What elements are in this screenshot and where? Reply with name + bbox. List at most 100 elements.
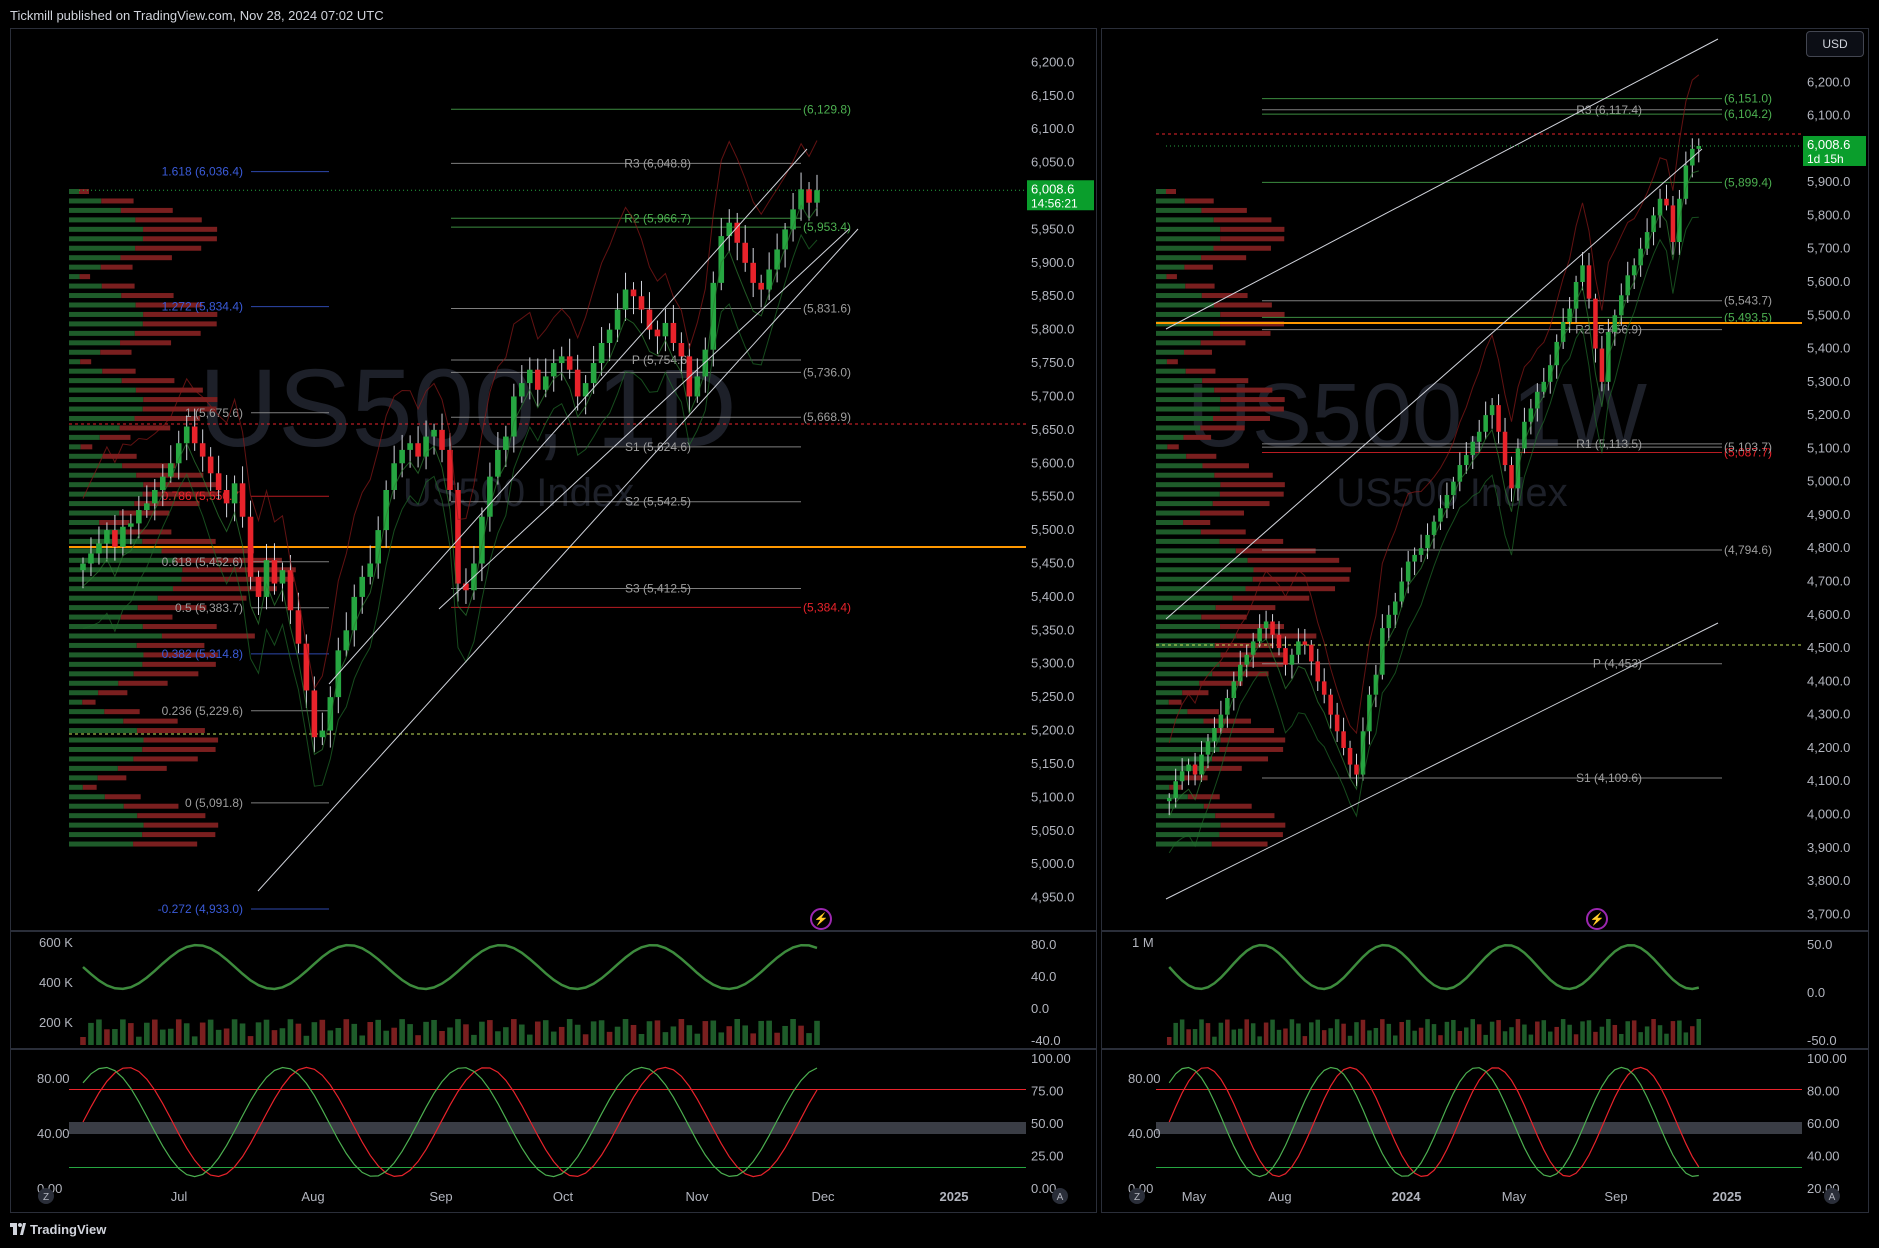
level-label: (5,953.4) xyxy=(803,220,851,234)
candle-body xyxy=(80,563,86,571)
candle-body xyxy=(255,576,262,597)
volume-profile-bar xyxy=(1156,330,1214,336)
candle-body xyxy=(1612,315,1618,332)
volume-profile-bar xyxy=(120,529,172,535)
level-label: (6,151.0) xyxy=(1724,92,1772,106)
volume-bar xyxy=(678,1019,685,1045)
volume-bar xyxy=(654,1020,661,1045)
candle-body xyxy=(231,483,238,504)
volume-bar xyxy=(471,1034,477,1045)
candle-body xyxy=(1263,621,1269,629)
volume-profile-bar xyxy=(1182,690,1209,696)
volume-profile-bar xyxy=(1219,832,1283,838)
volume-profile-bar xyxy=(82,699,96,705)
right-chart-panel[interactable]: US500, 1WUS500 Index6,200.06,100.06,000.… xyxy=(1101,28,1869,1213)
candle-body xyxy=(1341,731,1346,748)
volume-bar xyxy=(1619,1033,1624,1045)
volume-profile-bar xyxy=(1201,255,1247,261)
level-label: 0 (5,091.8) xyxy=(185,796,243,810)
volume-profile-bar xyxy=(1215,813,1275,819)
candle-body xyxy=(519,383,525,397)
volume-profile-bar xyxy=(121,293,174,299)
publish-text: Tickmill published on TradingView.com, N… xyxy=(10,8,384,23)
candle-body xyxy=(606,329,613,343)
volume-bar xyxy=(662,1032,669,1045)
volume-profile-bar xyxy=(69,415,135,421)
volume-profile-bar xyxy=(1156,822,1221,828)
volume-profile-bar xyxy=(137,813,206,819)
volume-bar xyxy=(758,1020,764,1045)
volume-bar xyxy=(1593,1031,1598,1045)
volume-profile-bar xyxy=(123,803,179,809)
volume-bar xyxy=(1179,1019,1185,1045)
volume-bar xyxy=(646,1021,653,1045)
candle-body xyxy=(806,189,812,203)
volume-bar xyxy=(1683,1032,1689,1045)
left-chart-svg[interactable]: US500, 1DUS500 Index6,200.06,150.06,100.… xyxy=(11,29,1096,1212)
volume-profile-bar xyxy=(69,586,173,592)
candle-body xyxy=(734,222,741,243)
volume-bar xyxy=(1321,1030,1327,1045)
volume-bar xyxy=(1186,1029,1191,1045)
volume-bar xyxy=(686,1025,693,1045)
volume-profile-bar xyxy=(69,378,122,384)
oscillator-line xyxy=(82,943,818,991)
auto-scale-button-glyph: A xyxy=(1057,1192,1064,1203)
volume-profile-bar xyxy=(69,491,143,497)
y-axis-tick-label: 5,450.0 xyxy=(1031,556,1074,571)
candle-body xyxy=(670,322,677,343)
right-chart-svg[interactable]: US500, 1WUS500 Index6,200.06,100.06,000.… xyxy=(1102,29,1868,1212)
volume-profile-bar xyxy=(1219,538,1284,544)
y-axis-tick-label: 5,600.0 xyxy=(1807,274,1850,289)
volume-bar xyxy=(207,1019,214,1045)
price-countdown: 1d 15h xyxy=(1807,152,1844,166)
volume-bar xyxy=(1354,1022,1359,1045)
volume-bar xyxy=(1457,1030,1463,1045)
volume-bar xyxy=(319,1019,326,1045)
volume-bar xyxy=(1218,1022,1224,1045)
volume-profile-bar xyxy=(69,718,124,724)
volume-bar xyxy=(1489,1021,1495,1045)
y-axis-tick-label: 5,500.0 xyxy=(1807,307,1850,322)
candle-body xyxy=(359,576,366,597)
volume-profile-bar xyxy=(1156,605,1216,611)
volume-profile-bar xyxy=(1156,226,1221,232)
level-label: (5,543.7) xyxy=(1724,294,1772,308)
volume-bar xyxy=(503,1027,509,1045)
current-price-value: 6,008.6 xyxy=(1807,137,1850,152)
stochastic-axis-label: 100.00 xyxy=(1807,1051,1847,1066)
volume-profile-bar xyxy=(1166,189,1176,194)
volume-profile-bar xyxy=(142,624,217,630)
volume-profile-bar xyxy=(69,775,98,781)
volume-profile-bar xyxy=(69,510,120,516)
volume-bar xyxy=(327,1030,334,1045)
volume-profile-bar xyxy=(1213,245,1271,251)
volume-bar xyxy=(1644,1026,1650,1045)
level-label: -0.272 (4,933.0) xyxy=(158,902,243,916)
volume-bar xyxy=(391,1027,397,1045)
volume-bar xyxy=(782,1025,788,1045)
y-axis-tick-label: 6,200.0 xyxy=(1031,54,1074,69)
volume-profile-bar xyxy=(69,321,143,327)
volume-bar xyxy=(247,1036,254,1045)
left-chart-panel[interactable]: US500, 1D US500 Index 6,200.0 6,150.0 6,100.… xyxy=(10,28,1097,1213)
volume-profile-bar xyxy=(69,614,121,620)
volume-bar xyxy=(311,1022,318,1045)
volume-bar xyxy=(1573,1034,1579,1045)
tradingview-logo[interactable]: TradingView xyxy=(10,1222,106,1237)
volume-bar xyxy=(1231,1029,1237,1045)
volume-profile-bar xyxy=(1168,699,1182,705)
volume-profile-bar xyxy=(1220,397,1285,403)
volume-profile-bar xyxy=(1156,775,1182,781)
currency-button[interactable]: USD xyxy=(1806,31,1864,57)
volume-profile-bar xyxy=(1252,576,1350,582)
volume-bar xyxy=(1328,1028,1333,1045)
volume-profile-bar xyxy=(1235,548,1316,554)
volume-profile-bar xyxy=(1156,501,1213,507)
volume-bar xyxy=(1522,1024,1527,1045)
volume-bar xyxy=(231,1019,238,1045)
volume-profile-bar xyxy=(1156,538,1220,544)
volume-profile-bar xyxy=(98,690,128,696)
y-axis-tick-label: 5,200.0 xyxy=(1807,407,1850,422)
volume-bar xyxy=(1341,1023,1346,1045)
